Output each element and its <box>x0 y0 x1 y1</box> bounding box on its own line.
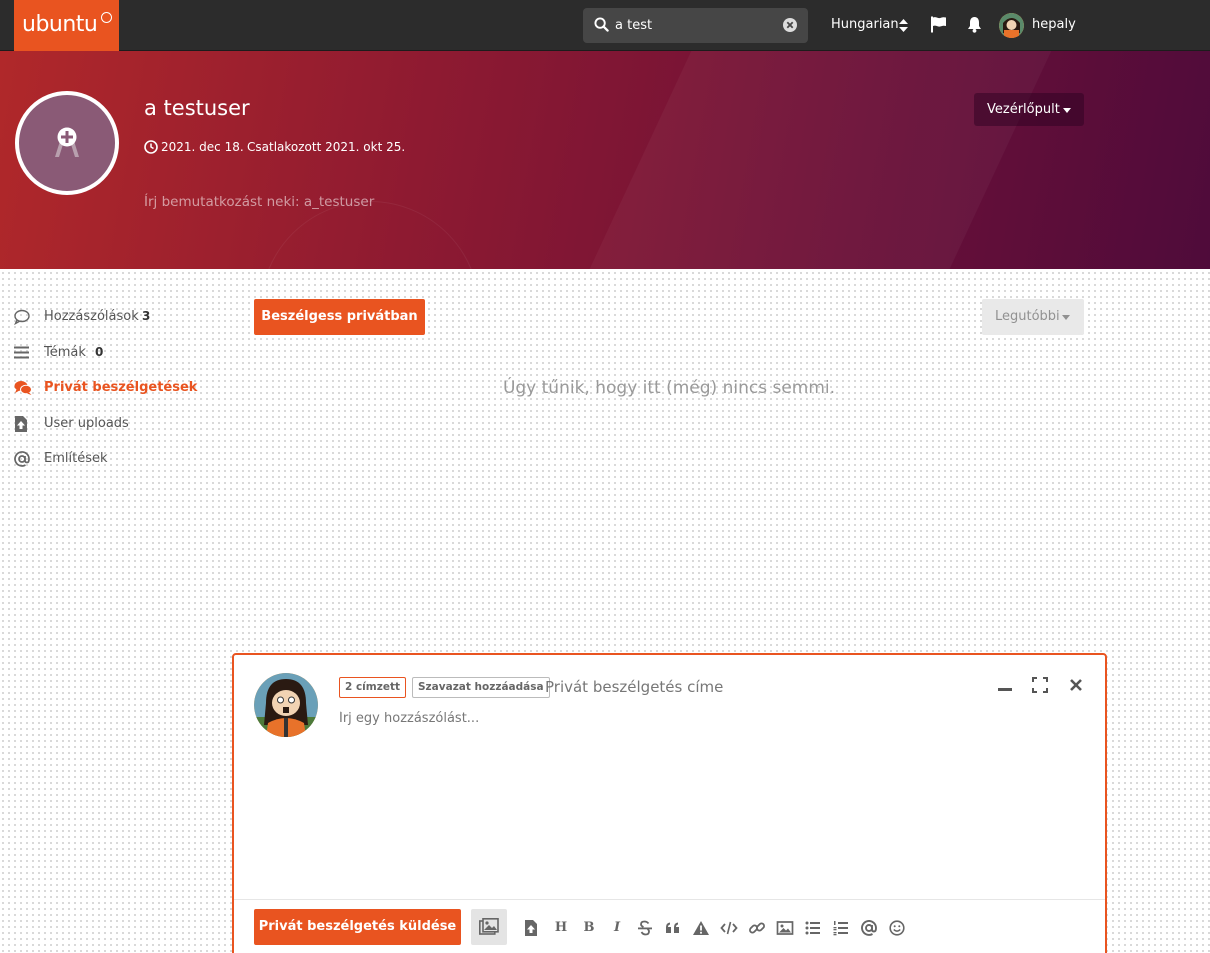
flag-icon[interactable] <box>930 16 947 33</box>
profile-cover: a testuser 2021. dec 18. Csatlakozott 20… <box>0 51 1210 269</box>
empty-state-message: Úgy tűnik, hogy itt (még) nincs semmi. <box>502 378 836 398</box>
caret-down-icon <box>1063 108 1071 113</box>
quote-icon[interactable] <box>664 920 682 936</box>
clock-icon <box>144 140 158 154</box>
start-private-chat-button[interactable]: Beszélgess privátban <box>254 299 425 335</box>
at-icon <box>14 451 30 467</box>
logo-text: ubuntu <box>22 12 98 37</box>
minimize-icon[interactable] <box>997 677 1013 693</box>
sort-updown-icon <box>899 19 908 32</box>
sidebar-item-posts[interactable]: Hozzászólások 3 <box>14 306 214 328</box>
italic-button[interactable]: I <box>608 920 626 936</box>
cover-decoration <box>260 201 480 269</box>
comments-icon <box>14 381 32 395</box>
sidebar-item-label: User uploads <box>44 416 129 431</box>
joined-date: Csatlakozott 2021. okt 25. <box>247 140 406 154</box>
cover-decoration <box>570 51 1070 269</box>
circle-of-friends-icon <box>101 12 112 23</box>
profile-avatar <box>15 91 119 195</box>
sort-dropdown[interactable]: Legutóbbi <box>982 299 1084 335</box>
recipients-tag[interactable]: 2 címzett <box>339 677 406 698</box>
profile-name: a testuser <box>144 96 250 120</box>
bulleted-list-icon[interactable] <box>804 920 822 936</box>
search-icon <box>594 17 609 32</box>
username[interactable]: hepaly <box>1032 17 1076 32</box>
sidebar-item-label: Hozzászólások <box>44 309 139 324</box>
sidebar-item-private-messages[interactable]: Privát beszélgetések <box>14 377 214 399</box>
posts-count: 3 <box>142 309 151 323</box>
caret-down-icon <box>1062 315 1070 320</box>
list-icon <box>14 346 29 359</box>
close-icon[interactable] <box>1068 677 1084 693</box>
bold-button[interactable]: B <box>580 920 598 936</box>
last-online-date: 2021. dec 18. <box>161 140 244 154</box>
heading-button[interactable]: H <box>552 920 570 936</box>
upload-icon[interactable] <box>522 920 540 936</box>
default-avatar-icon <box>55 127 79 157</box>
file-upload-icon <box>15 416 27 432</box>
spoiler-warning-icon[interactable] <box>692 920 710 936</box>
sidebar-item-label: Privát beszélgetések <box>44 380 198 395</box>
search-box[interactable] <box>583 8 808 43</box>
clear-search-icon[interactable] <box>783 18 797 32</box>
topics-count: 0 <box>95 345 104 359</box>
search-input[interactable] <box>615 14 775 37</box>
control-panel-button[interactable]: Vezérlőpult <box>974 93 1084 126</box>
message-composer: 2 címzett Szavazat hozzáadása Privát bes… <box>232 653 1107 953</box>
composer-divider <box>234 899 1105 900</box>
numbered-list-icon[interactable] <box>832 920 850 936</box>
preview-toggle-icon <box>479 918 499 935</box>
sidebar-item-label: Témák <box>44 345 86 360</box>
user-avatar[interactable] <box>999 13 1024 38</box>
fullscreen-icon[interactable] <box>1032 677 1048 693</box>
language-label: Hungarian <box>831 17 899 32</box>
conversation-title-input[interactable] <box>545 675 875 699</box>
bio-placeholder[interactable]: Írj bemutatkozást neki: a_testuser <box>144 194 374 210</box>
message-body-input[interactable] <box>339 711 1079 891</box>
sidebar-item-label: Említések <box>44 451 108 466</box>
preview-toggle-button[interactable] <box>471 909 507 945</box>
sidebar-item-topics[interactable]: Témák 0 <box>14 342 214 364</box>
emoji-icon[interactable] <box>888 920 906 936</box>
code-icon[interactable] <box>720 920 738 936</box>
strikethrough-icon[interactable] <box>636 920 654 936</box>
send-private-message-button[interactable]: Privát beszélgetés küldése <box>254 909 461 945</box>
sidebar-item-user-uploads[interactable]: User uploads <box>14 413 214 435</box>
language-selector[interactable]: Hungarian <box>831 17 908 32</box>
image-icon[interactable] <box>776 920 794 936</box>
top-navbar: ubuntu Hungarian <box>0 0 1210 51</box>
control-panel-label: Vezérlőpult <box>987 102 1060 117</box>
add-poll-tag[interactable]: Szavazat hozzáadása <box>412 677 550 698</box>
bell-icon[interactable] <box>967 16 982 33</box>
mention-at-icon[interactable] <box>860 920 878 936</box>
link-icon[interactable] <box>748 920 766 936</box>
comment-icon <box>14 309 30 325</box>
sort-label: Legutóbbi <box>995 309 1060 324</box>
composer-user-avatar <box>254 673 318 737</box>
sidebar-item-mentions[interactable]: Említések <box>14 448 214 470</box>
ubuntu-logo[interactable]: ubuntu <box>14 0 119 51</box>
